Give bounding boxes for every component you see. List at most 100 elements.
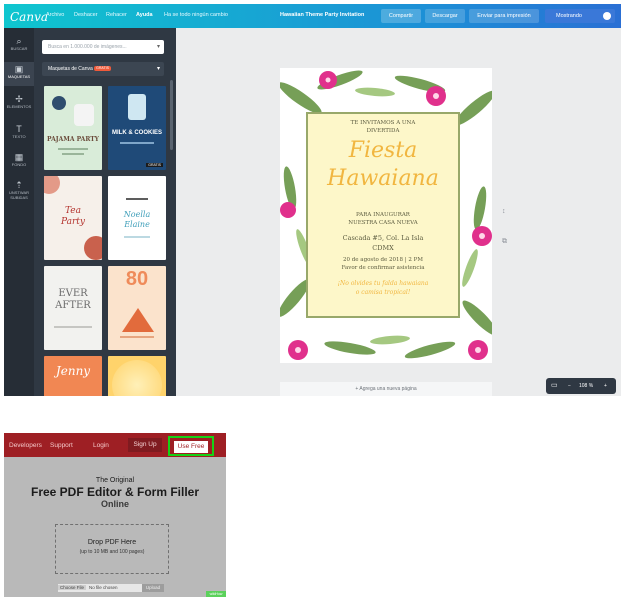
invitation-page[interactable]: TE INVITAMOS A UNA DIVERTIDA Fiesta Hawa… [280,68,492,363]
template-title-2: AFTER [55,300,91,311]
invite-address-1[interactable]: Cascada #5, Col. La Isla [308,234,458,242]
text-icon: T [16,124,22,134]
elements-icon: ✢ [15,94,23,104]
zoom-level[interactable]: 108 % [579,378,593,394]
template-sunburst[interactable] [108,356,166,396]
top-toolbar: Canva Archivo Deshacer Rehacer Ayuda Ha … [4,4,621,28]
canva-logo[interactable]: Canva [10,10,48,24]
sidebar-item-uploads[interactable]: ⇡ UNSTWAR SUBIDAS [4,180,34,200]
presentation-icon[interactable]: ▭ [551,378,558,394]
background-icon: ▦ [14,152,24,162]
upload-icon: ⇡ [15,180,23,190]
templates-panel: Busca en 1.000.000 de imágenes... ▾ Maqu… [34,28,176,396]
template-milk-cookies[interactable]: MILK & COOKIES GRATIS [108,86,166,170]
template-noella-elaine[interactable]: Noella Elaine [108,176,166,260]
search-icon: ⌕ [16,36,22,46]
template-title: 80 [125,268,149,290]
invite-purpose-1[interactable]: PARA INAUGURAR [308,212,458,218]
side-icon-bar: ⌕ BUSCAR ▣ MAQUETAS ✢ ELEMENTOS T TEXTO … [4,28,34,396]
file-status: No file chosen [89,585,118,590]
panel-scrollbar[interactable] [170,80,173,150]
invite-address-2[interactable]: CDMX [308,244,458,252]
template-80th-birthday[interactable]: 80 [108,266,166,350]
toggle-knob[interactable] [603,12,611,20]
use-free-highlight: Use Free [168,436,214,456]
sidebar-label: ELEMENTOS [6,104,32,109]
add-page-button[interactable]: + Agrega una nueva página [280,382,492,396]
canva-editor: Canva Archivo Deshacer Rehacer Ayuda Ha … [4,4,621,396]
invite-purpose-2[interactable]: NUESTRA CASA NUEVA [308,220,458,226]
invite-title-2[interactable]: Hawaiana [308,166,458,191]
dropdown-label: Maquetas de Canva [48,66,93,72]
image-search-input[interactable]: Busca en 1.000.000 de imágenes... ▾ [42,40,164,54]
template-tea-party[interactable]: Tea Party [44,176,102,260]
share-button[interactable]: Compartir [381,9,421,23]
zoom-out-button[interactable]: − [568,378,571,394]
layouts-dropdown[interactable]: Maquetas de Canva GRATIS ▾ [42,62,164,76]
use-free-button[interactable]: Use Free [174,441,208,453]
pdf-drop-zone[interactable]: Drop PDF Here (up to 10 MB and 100 pages… [55,524,169,574]
sidebar-item-search[interactable]: ⌕ BUSCAR [4,36,34,51]
search-placeholder: Busca en 1.000.000 de imágenes... [48,44,127,50]
presenting-label: Mostrando [556,13,582,19]
nav-developers[interactable]: Developers [9,442,42,449]
save-status: Ha se todo ningún cambio [164,12,228,18]
design-canvas: TE INVITAMOS A UNA DIVERTIDA Fiesta Hawa… [176,28,621,396]
sidebar-item-background[interactable]: ▦ FONDO [4,152,34,167]
chevron-down-icon[interactable]: ▾ [157,40,160,54]
template-title-1: EVER [58,288,88,299]
invite-title-1[interactable]: Fiesta [308,138,458,163]
wikihow-watermark: wikiHow [206,591,226,597]
page-number-icon[interactable]: ↕ [502,208,506,215]
template-title-2: Party [60,217,86,227]
template-jenny[interactable]: Jenny [44,356,102,396]
print-button[interactable]: Enviar para impresión [469,9,539,23]
template-title: PAJAMA PARTY [47,136,99,143]
nav-login[interactable]: Login [93,442,109,449]
template-title: MILK & COOKIES [111,130,162,136]
template-title-1: Noella [123,210,151,219]
hero-kicker: The Original [95,477,135,484]
chevron-down-icon: ▾ [156,66,160,72]
invitation-text-frame: TE INVITAMOS A UNA DIVERTIDA Fiesta Hawa… [306,112,460,318]
drop-label: Drop PDF Here [87,539,137,546]
nav-support[interactable]: Support [50,442,73,449]
menu-undo[interactable]: Deshacer [74,12,98,18]
sign-up-button[interactable]: Sign Up [128,438,162,452]
sidebar-label: BUSCAR [10,46,28,51]
sidebar-item-elements[interactable]: ✢ ELEMENTOS [4,94,34,109]
document-title[interactable]: Hawaiian Theme Party Invitation [280,12,364,18]
choose-file-button[interactable]: Choose File [58,585,87,590]
sidebar-item-layouts[interactable]: ▣ MAQUETAS [4,62,34,86]
free-tag: GRATIS [146,163,163,167]
menu-help[interactable]: Ayuda [136,12,153,18]
pdf-editor-site: Developers Support Login Sign Up Use Fre… [4,433,226,597]
invite-rsvp[interactable]: Favor de confirmar asistencia [308,265,458,271]
upload-button[interactable]: Upload [142,584,164,592]
duplicate-page-icon[interactable]: ⧉ [502,238,507,246]
presenting-toggle[interactable]: Mostrando [545,9,615,23]
layouts-icon: ▣ [14,64,24,74]
sidebar-label: MAQUETAS [7,74,31,79]
invite-note-2[interactable]: o camisa tropical! [308,289,458,296]
invite-line-2[interactable]: DIVERTIDA [308,128,458,134]
invite-line-1[interactable]: TE INVITAMOS A UNA [308,120,458,126]
invite-date[interactable]: 20 de agosto de 2018 | 2 PM [308,257,458,263]
sidebar-label: UNSTWAR SUBIDAS [8,190,30,200]
menu-redo[interactable]: Rehacer [106,12,127,18]
sidebar-item-text[interactable]: T TEXTO [4,124,34,139]
menu-file[interactable]: Archivo [46,12,64,18]
download-button[interactable]: Descargar [425,9,465,23]
template-title-1: Tea [65,206,81,216]
sidebar-label: FONDO [11,162,27,167]
sidebar-label: TEXTO [12,134,26,139]
zoom-control: ▭ − 108 % + [546,378,616,394]
template-ever-after[interactable]: EVER AFTER [44,266,102,350]
hero-subheadline: Online [100,499,129,509]
template-title: Jenny [55,364,91,378]
invite-note-1[interactable]: ¡No olvides tu falda hawaiana [308,280,458,287]
zoom-in-button[interactable]: + [604,378,607,394]
template-pajama-party[interactable]: PAJAMA PARTY [44,86,102,170]
hero-headline: Free PDF Editor & Form Filler [30,485,200,499]
free-badge: GRATIS [94,66,111,72]
